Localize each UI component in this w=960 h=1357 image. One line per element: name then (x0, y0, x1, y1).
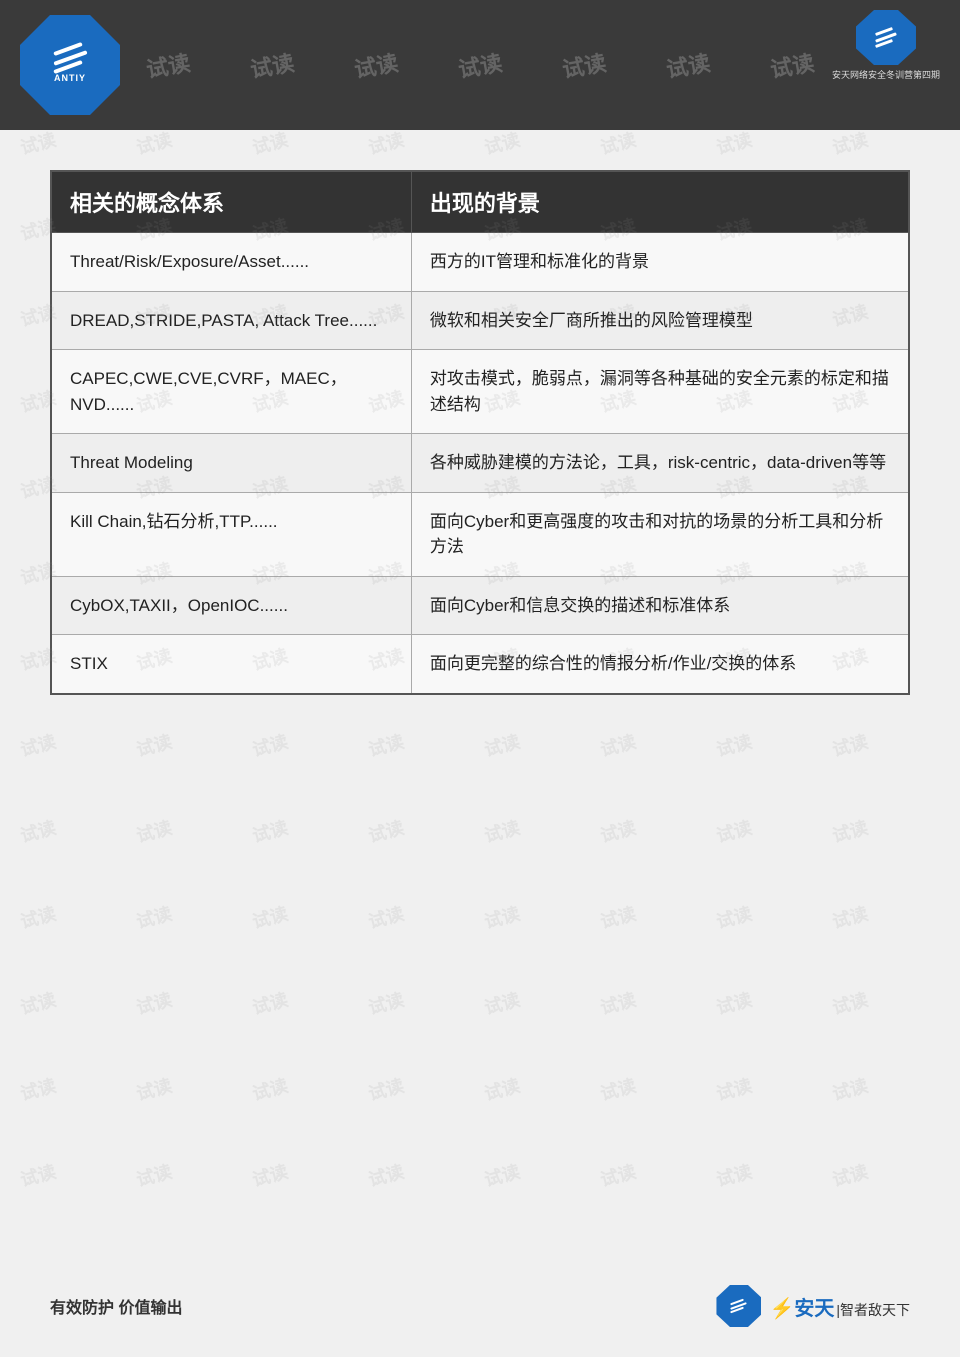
header-watermarks: 试读 试读 试读 试读 试读 试读 试读 (0, 0, 960, 130)
header-right-logo-text: 安天网络安全冬训营第四期 (832, 68, 940, 81)
wm-7: 试读 (768, 45, 817, 84)
wm-1: 试读 (143, 45, 192, 84)
row6-col1: CybOX,TAXII，OpenIOC...... (51, 576, 411, 635)
table-row: Threat Modeling 各种威胁建模的方法论，工具，risk-centr… (51, 434, 909, 493)
header-right-logo: 安天网络安全冬训营第四期 (832, 10, 940, 81)
table-row: Threat/Risk/Exposure/Asset...... 西方的IT管理… (51, 233, 909, 292)
table-row: CAPEC,CWE,CVE,CVRF，MAEC，NVD...... 对攻击模式，… (51, 350, 909, 434)
antiy-logo: ANTIY (20, 15, 120, 115)
row5-col2: 面向Cyber和更高强度的攻击和对抗的场景的分析工具和分析方法 (411, 492, 909, 576)
main-content: 相关的概念体系 出现的背景 Threat/Risk/Exposure/Asset… (0, 130, 960, 725)
wm-6: 试读 (664, 45, 713, 84)
footer-right: ⚡安天 |智者敌天下 (716, 1285, 910, 1327)
row3-col2: 对攻击模式，脆弱点，漏洞等各种基础的安全元素的标定和描述结构 (411, 350, 909, 434)
row1-col2: 西方的IT管理和标准化的背景 (411, 233, 909, 292)
wm-2: 试读 (248, 45, 297, 84)
wm-5: 试读 (560, 45, 609, 84)
footer-brand: ⚡安天 |智者敌天下 (769, 1292, 910, 1321)
row7-col1: STIX (51, 635, 411, 694)
footer-logo-icon (716, 1285, 761, 1327)
col1-header: 相关的概念体系 (51, 171, 411, 233)
wm-4: 试读 (456, 45, 505, 84)
row2-col2: 微软和相关安全厂商所推出的风险管理模型 (411, 291, 909, 350)
header-right-logo-icon (856, 10, 916, 65)
table-row: Kill Chain,钻石分析,TTP...... 面向Cyber和更高强度的攻… (51, 492, 909, 576)
row4-col2: 各种威胁建模的方法论，工具，risk-centric，data-driven等等 (411, 434, 909, 493)
table-row: DREAD,STRIDE,PASTA, Attack Tree...... 微软… (51, 291, 909, 350)
wm-3: 试读 (352, 45, 401, 84)
table-row: CybOX,TAXII，OpenIOC...... 面向Cyber和信息交换的描… (51, 576, 909, 635)
row4-col1: Threat Modeling (51, 434, 411, 493)
header: ANTIY 试读 试读 试读 试读 试读 试读 试读 安天网络安全冬训营第四期 (0, 0, 960, 130)
logo-antiy-text: ANTIY (54, 73, 86, 83)
row2-col1: DREAD,STRIDE,PASTA, Attack Tree...... (51, 291, 411, 350)
footer-tagline: 有效防护 价值输出 (50, 1294, 182, 1318)
row6-col2: 面向Cyber和信息交换的描述和标准体系 (411, 576, 909, 635)
row7-col2: 面向更完整的综合性的情报分析/作业/交换的体系 (411, 635, 909, 694)
footer: 有效防护 价值输出 ⚡安天 |智者敌天下 (0, 1285, 960, 1327)
col2-header: 出现的背景 (411, 171, 909, 233)
row5-col1: Kill Chain,钻石分析,TTP...... (51, 492, 411, 576)
row1-col1: Threat/Risk/Exposure/Asset...... (51, 233, 411, 292)
footer-brand-name: ⚡安天 (769, 1292, 834, 1321)
footer-brand-slogan: |智者敌天下 (836, 1300, 910, 1320)
concept-table: 相关的概念体系 出现的背景 Threat/Risk/Exposure/Asset… (50, 170, 910, 695)
row3-col1: CAPEC,CWE,CVE,CVRF，MAEC，NVD...... (51, 350, 411, 434)
table-row: STIX 面向更完整的综合性的情报分析/作业/交换的体系 (51, 635, 909, 694)
